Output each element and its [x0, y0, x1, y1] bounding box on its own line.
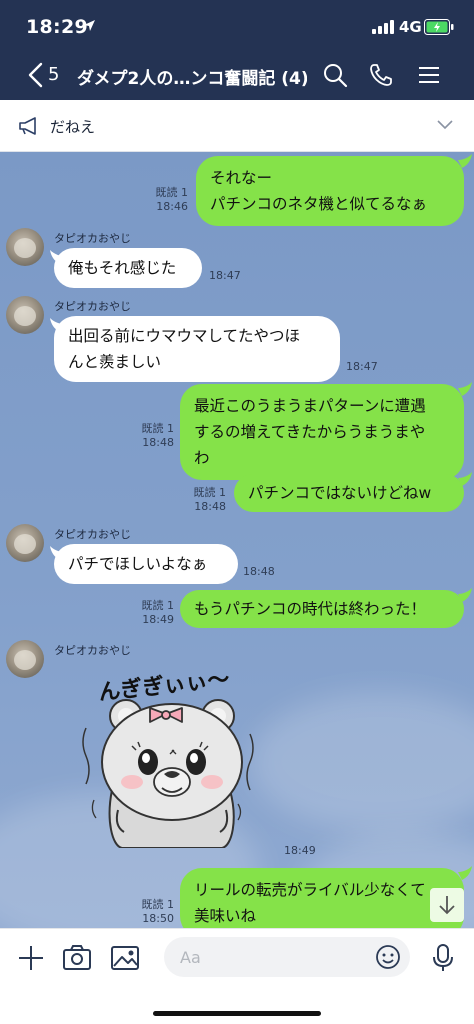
- message-line: 出回る前にウマウマしてたやつほ: [68, 327, 301, 345]
- camera-icon[interactable]: [62, 943, 92, 973]
- message-bubble-outgoing[interactable]: 最近このうまうまパターンに遭遇 するの増えてきたからうまうまや わ: [180, 384, 464, 480]
- status-time: 18:29: [26, 16, 88, 38]
- menu-icon[interactable]: [416, 62, 442, 88]
- megaphone-icon: [19, 117, 36, 135]
- bubble-tail: [458, 588, 472, 602]
- message-bubble-incoming[interactable]: 出回る前にウマウマしてたやつほ んと羨ましい: [54, 316, 340, 382]
- message-line: 最近このうまうまパターンに遭遇: [194, 397, 426, 415]
- battery-icon: [424, 19, 454, 35]
- message-input-bar: [0, 928, 474, 1024]
- message-line: パチンコではないけどねw: [248, 484, 432, 502]
- avatar[interactable]: [6, 228, 44, 266]
- bubble-tail: [458, 866, 472, 880]
- bubble-tail: [458, 382, 472, 396]
- announcement-text: だねえ: [50, 118, 96, 136]
- announcement-bar[interactable]: だねえ: [0, 100, 474, 152]
- chat-title[interactable]: ダメプ2人の…ンコ奮闘記 (4): [77, 64, 307, 89]
- network-type: 4G: [399, 18, 422, 36]
- signal-icon: [372, 20, 394, 34]
- read-receipt: 既読 1 18:48: [141, 422, 175, 449]
- sender-name: タピオカおやじ: [54, 232, 131, 245]
- message-time: 18:47: [346, 360, 378, 373]
- home-indicator: [153, 1011, 321, 1016]
- top-bar: 18:29 4G 5 ダメプ2人の…ンコ奮闘記 (4): [0, 0, 474, 100]
- emoji-icon[interactable]: [375, 944, 401, 970]
- avatar[interactable]: [6, 296, 44, 334]
- back-unread-count[interactable]: 5: [48, 64, 59, 85]
- status-bar: 18:29 4G: [0, 0, 474, 50]
- message-line: するの増えてきたからうまうまや: [194, 423, 426, 441]
- message-time: 18:48: [243, 565, 275, 578]
- message-line: リールの転売がライバル少なくて: [194, 881, 426, 899]
- message-line: もうパチンコの時代は終わった！: [194, 600, 427, 618]
- bubble-tail: [458, 154, 472, 168]
- sender-name: タピオカおやじ: [54, 528, 131, 541]
- microphone-icon[interactable]: [428, 943, 458, 973]
- read-receipt: 既読 1 18:50: [141, 898, 175, 925]
- avatar[interactable]: [6, 640, 44, 678]
- phone-icon[interactable]: [368, 62, 394, 88]
- message-bubble-incoming[interactable]: パチでほしいよなぁ: [54, 544, 238, 584]
- chat-area[interactable]: 既読 1 18:46 それなー パチンコのネタ機と似てるなぁ タピオカおやじ 俺も…: [0, 152, 474, 928]
- plus-icon[interactable]: [16, 943, 46, 973]
- sender-name: タピオカおやじ: [54, 644, 131, 657]
- arrow-down-icon: [439, 896, 455, 915]
- location-arrow-icon: [84, 20, 95, 31]
- background-cloud: [250, 692, 474, 832]
- back-chevron-icon[interactable]: [26, 62, 46, 88]
- read-receipt: 既読 1 18:49: [141, 599, 175, 626]
- sticker-bear[interactable]: んぎぎぃぃ〜: [72, 667, 272, 849]
- message-line: パチでほしいよなぁ: [68, 555, 208, 573]
- message-input[interactable]: [180, 945, 360, 969]
- message-line: わ: [194, 449, 210, 467]
- read-receipt: 既読 1 18:46: [155, 186, 189, 213]
- bubble-tail: [458, 472, 472, 486]
- message-bubble-outgoing[interactable]: リールの転売がライバル少なくて 美味いね: [180, 868, 464, 928]
- message-bubble-incoming[interactable]: 俺もそれ感じた: [54, 248, 202, 288]
- image-icon[interactable]: [110, 943, 140, 973]
- read-receipt: 既読 1 18:48: [193, 486, 227, 513]
- message-bubble-outgoing[interactable]: パチンコではないけどねw: [234, 474, 464, 512]
- message-time: 18:47: [209, 269, 241, 282]
- message-bubble-outgoing[interactable]: もうパチンコの時代は終わった！: [180, 590, 464, 628]
- sender-name: タピオカおやじ: [54, 300, 131, 313]
- message-line: 俺もそれ感じた: [68, 259, 177, 277]
- message-line: んと羨ましい: [68, 353, 162, 371]
- message-field[interactable]: [164, 937, 410, 977]
- avatar[interactable]: [6, 524, 44, 562]
- chevron-down-icon[interactable]: [436, 119, 454, 131]
- scroll-to-bottom-button[interactable]: [430, 888, 464, 922]
- message-line: パチンコのネタ機と似てるなぁ: [210, 195, 428, 213]
- message-line: 美味いね: [194, 907, 257, 925]
- message-line: それなー: [210, 169, 273, 187]
- search-icon[interactable]: [322, 62, 348, 88]
- message-time: 18:49: [284, 844, 316, 857]
- chat-header: 5 ダメプ2人の…ンコ奮闘記 (4): [0, 50, 474, 100]
- message-bubble-outgoing[interactable]: それなー パチンコのネタ機と似てるなぁ: [196, 156, 464, 226]
